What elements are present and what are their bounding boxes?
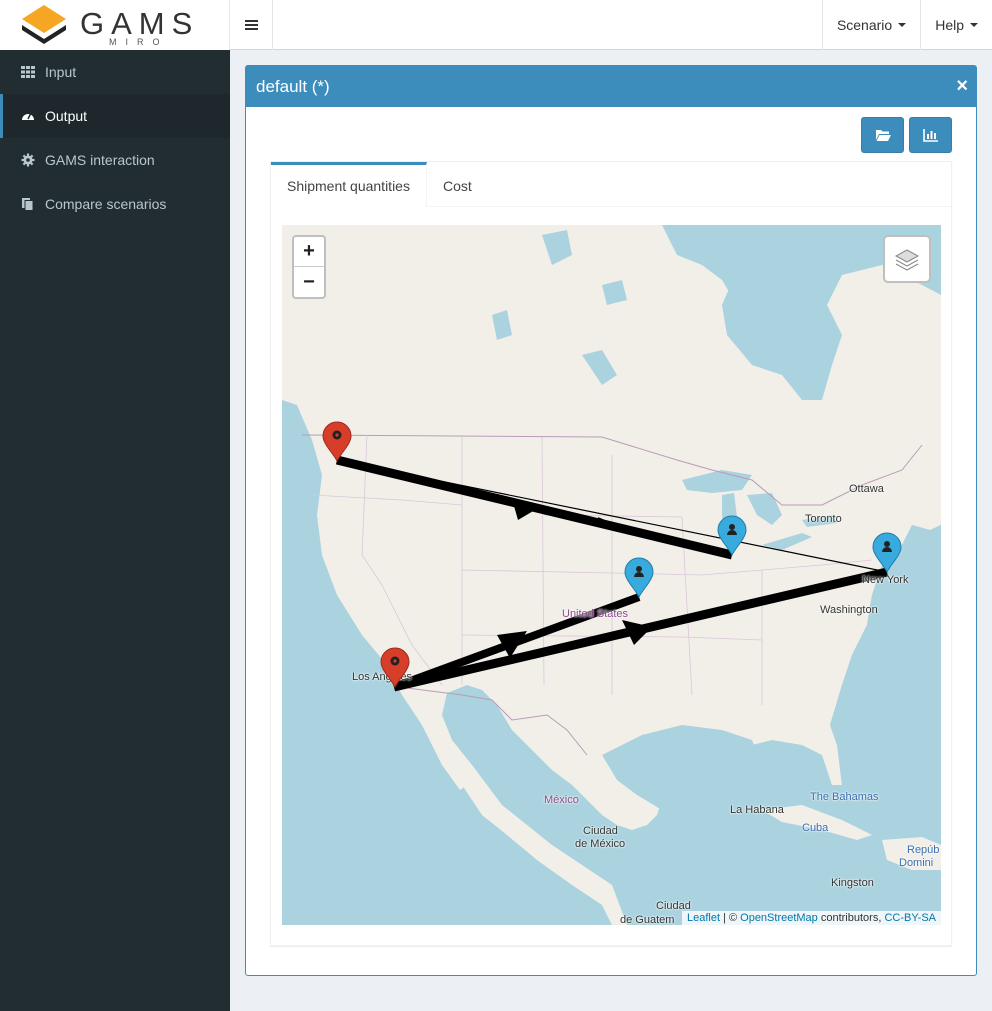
map-attribution: Leaflet | © OpenStreetMap contributors, … xyxy=(681,911,941,925)
hamburger-icon xyxy=(244,24,258,26)
leaflet-map[interactable]: Ottawa Toronto New York Washington Unite… xyxy=(282,225,941,925)
tab-cost[interactable]: Cost xyxy=(427,162,488,207)
load-scenario-button[interactable] xyxy=(861,117,904,153)
copy-icon xyxy=(21,197,35,211)
tab-shipment-quantities[interactable]: Shipment quantities xyxy=(271,162,427,207)
attribution-contributors: contributors, xyxy=(817,912,885,924)
zoom-out-button[interactable]: − xyxy=(294,267,324,297)
attribution-separator: | © xyxy=(720,912,741,924)
zoom-in-button[interactable]: + xyxy=(294,237,324,267)
gams-logo-icon xyxy=(22,5,66,44)
zoom-control: + − xyxy=(292,235,326,299)
close-icon[interactable]: × xyxy=(956,76,968,96)
sidebar-item-label: Compare scenarios xyxy=(45,196,167,212)
output-tabpanel: Shipment quantities Cost Ottawa Toronto … xyxy=(270,161,952,946)
bar-chart-icon xyxy=(922,129,938,142)
sidebar: Input Output GAMS interaction Compare sc… xyxy=(0,50,230,1011)
box-header: default (*) × xyxy=(246,66,976,107)
leaflet-link[interactable]: Leaflet xyxy=(687,912,720,924)
box-title: default (*) xyxy=(256,76,330,96)
dashboard-icon xyxy=(21,109,35,123)
gams-miro-logo[interactable]: GAMS MIRO xyxy=(0,0,230,50)
top-navbar: GAMS MIRO Scenario Help xyxy=(0,0,992,50)
caret-down-icon xyxy=(898,23,907,27)
marker-plant-san-diego xyxy=(380,647,410,689)
sidebar-item-input[interactable]: Input xyxy=(0,50,230,94)
scenario-box: default (*) × Shipment quantities Cost O… xyxy=(245,65,977,976)
sidebar-toggle-button[interactable] xyxy=(230,0,273,50)
help-menu-label: Help xyxy=(935,17,964,33)
chart-view-button[interactable] xyxy=(909,117,952,153)
marker-market-chicago xyxy=(717,515,747,557)
marker-market-new-york xyxy=(872,532,902,574)
sidebar-item-label: Input xyxy=(45,64,77,80)
caret-down-icon xyxy=(970,23,978,27)
gear-icon xyxy=(21,153,35,167)
sidebar-item-label: Output xyxy=(45,108,88,124)
grid-icon xyxy=(21,65,35,79)
map-markers xyxy=(322,421,902,689)
sidebar-item-compare-scenarios[interactable]: Compare scenarios xyxy=(0,182,230,226)
sidebar-item-output[interactable]: Output xyxy=(0,94,230,138)
scenario-menu-label: Scenario xyxy=(836,17,893,33)
help-menu[interactable]: Help xyxy=(920,0,992,50)
scenario-menu[interactable]: Scenario xyxy=(821,0,920,50)
license-link[interactable]: CC-BY-SA xyxy=(884,912,936,924)
folder-open-icon xyxy=(875,130,891,141)
brand-sub: MIRO xyxy=(109,37,169,47)
sidebar-item-label: GAMS interaction xyxy=(45,152,155,168)
output-tabs: Shipment quantities Cost xyxy=(271,162,951,207)
marker-plant-seattle xyxy=(322,421,352,463)
layers-control-button[interactable] xyxy=(883,235,931,283)
sidebar-item-gams-interaction[interactable]: GAMS interaction xyxy=(0,138,230,182)
layers-icon xyxy=(894,249,920,271)
osm-link[interactable]: OpenStreetMap xyxy=(740,912,818,924)
marker-market-topeka xyxy=(624,557,654,599)
nav-right: Scenario Help xyxy=(821,0,992,50)
